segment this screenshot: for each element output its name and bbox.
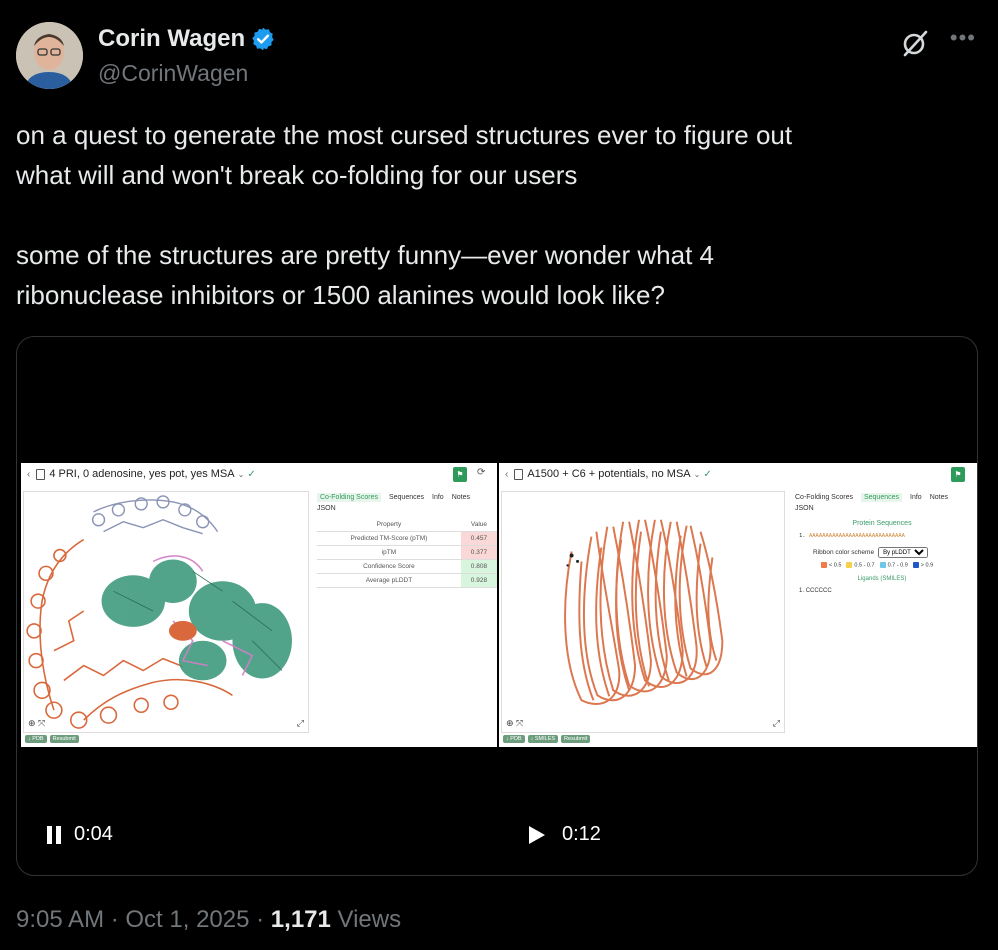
video-player-left-controls: 0:04 xyxy=(47,823,113,846)
structure-viewer: ⊕ ⤧ ⤢ xyxy=(501,491,785,733)
share-icon: ⚑ xyxy=(453,467,467,482)
share-icon: ⚑ xyxy=(951,467,965,482)
row-property: ipTM xyxy=(317,545,461,560)
legend-label: 0.5 - 0.7 xyxy=(854,562,875,569)
check-icon: ✓ xyxy=(247,468,256,480)
protein-sequences-title: Protein Sequences xyxy=(852,520,912,527)
avatar[interactable] xyxy=(16,22,83,89)
back-icon: ‹ xyxy=(27,468,31,480)
job-title: 4 PRI, 0 adenosine, yes pot, yes MSA xyxy=(49,468,235,480)
sequence-text: AAAAAAAAAAAAAAAAAAAAAAAAAAAAA xyxy=(808,533,905,539)
chevron-down-icon: ⌄ xyxy=(693,469,701,479)
viewer-controls-icon[interactable]: ⊕ ⤧ xyxy=(506,718,523,729)
document-icon xyxy=(514,468,524,480)
tab-cofolding-scores[interactable]: Co-Folding Scores xyxy=(317,492,381,502)
views-label: Views xyxy=(330,906,402,933)
author-name[interactable]: Corin Wagen xyxy=(98,25,245,53)
sequence-row: 1. AAAAAAAAAAAAAAAAAAAAAAAAAAAAA xyxy=(791,533,973,539)
viewer-controls-icon[interactable]: ⊕ ⤧ xyxy=(28,718,45,729)
download-pdb-button[interactable]: ↓ PDB xyxy=(25,735,47,743)
resubmit-button[interactable]: Resubmit xyxy=(561,735,591,743)
scores-table: Property Value Predicted TM-Score (pTM) … xyxy=(317,518,497,588)
legend-item: > 0.9 xyxy=(912,562,934,569)
legend-label: 0.7 - 0.9 xyxy=(887,562,908,569)
video-player-right-controls: 0:12 xyxy=(529,823,601,846)
video-frame-left[interactable]: ‹ 4 PRI, 0 adenosine, yes pot, yes MSA ⌄… xyxy=(21,463,497,747)
job-title: A1500 + C6 + potentials, no MSA xyxy=(527,468,691,480)
ligand-text: CCCCCC xyxy=(805,588,832,595)
back-icon: ‹ xyxy=(505,468,509,480)
legend-item: < 0.5 xyxy=(821,562,841,568)
expand-icon[interactable]: ⤢ xyxy=(773,718,780,729)
video-time: 0:12 xyxy=(562,823,601,845)
check-icon: ✓ xyxy=(703,468,712,480)
legend-item: 0.7 - 0.9 xyxy=(879,562,908,569)
tweet-text: on a quest to generate the most cursed s… xyxy=(16,120,793,310)
json-link[interactable]: JSON xyxy=(313,505,493,512)
table-row: Average pLDDT 0.928 xyxy=(317,573,497,588)
table-row: Predicted TM-Score (pTM) 0.457 xyxy=(317,531,497,546)
row-property: Confidence Score xyxy=(317,559,461,574)
tab-notes[interactable]: Notes xyxy=(930,494,948,501)
pause-icon[interactable] xyxy=(47,825,61,844)
tab-notes[interactable]: Notes xyxy=(452,494,470,501)
tab-sequences[interactable]: Sequences xyxy=(860,492,902,502)
refresh-icon: ⟳ xyxy=(477,467,486,478)
tweet-header: Corin Wagen @CorinWagen ••• xyxy=(16,20,982,90)
document-icon xyxy=(36,468,46,480)
resubmit-button[interactable]: Resubmit xyxy=(49,735,79,743)
ligands-title: Ligands (SMILES) xyxy=(857,576,907,583)
sequence-index: 1. xyxy=(799,533,806,539)
table-header-property: Property xyxy=(317,518,461,532)
timestamp[interactable]: 9:05 AM · Oct 1, 2025 · xyxy=(16,906,271,933)
tab-info[interactable]: Info xyxy=(432,494,444,501)
chevron-down-icon: ⌄ xyxy=(237,469,245,479)
video-media[interactable]: ‹ 4 PRI, 0 adenosine, yes pot, yes MSA ⌄… xyxy=(16,336,978,876)
ligand-row: 1. CCCCCC xyxy=(791,588,973,594)
legend-item: 0.5 - 0.7 xyxy=(846,562,875,569)
expand-icon[interactable]: ⤢ xyxy=(297,718,304,729)
row-property: Predicted TM-Score (pTM) xyxy=(317,531,461,546)
tab-cofolding-scores[interactable]: Co-Folding Scores xyxy=(795,494,853,501)
verified-badge-icon xyxy=(252,27,274,51)
ribbon-label: Ribbon color scheme xyxy=(813,549,875,556)
download-pdb-button[interactable]: ↓ PDB xyxy=(503,735,525,743)
more-options-icon[interactable]: ••• xyxy=(950,25,976,51)
tab-info[interactable]: Info xyxy=(910,494,922,501)
legend-label: < 0.5 xyxy=(829,562,842,569)
json-link[interactable]: JSON xyxy=(791,505,973,512)
views-count: 1,171 xyxy=(270,906,331,933)
tweet-meta: 9:05 AM · Oct 1, 2025 · 1,171 Views xyxy=(16,906,401,934)
author-handle[interactable]: @CorinWagen xyxy=(98,60,248,87)
ligand-index: 1. xyxy=(799,588,805,595)
row-value: 0.928 xyxy=(460,573,497,588)
grok-icon[interactable] xyxy=(900,28,930,58)
row-value: 0.377 xyxy=(460,545,497,560)
row-value: 0.808 xyxy=(460,559,497,574)
tab-sequences[interactable]: Sequences xyxy=(389,494,424,501)
download-smiles-button[interactable]: ↓ SMILES xyxy=(527,735,559,743)
table-row: ipTM 0.377 xyxy=(317,545,497,560)
row-property: Average pLDDT xyxy=(317,573,461,588)
row-value: 0.457 xyxy=(460,531,497,546)
plddt-legend: < 0.5 0.5 - 0.7 0.7 - 0.9 > 0.9 xyxy=(791,562,973,568)
table-row: Confidence Score 0.808 xyxy=(317,559,497,574)
video-time: 0:04 xyxy=(74,823,113,845)
legend-label: > 0.9 xyxy=(920,562,934,569)
structure-viewer: ⊕ ⤧ ⤢ xyxy=(23,491,309,733)
ribbon-select[interactable]: By pLDDT xyxy=(878,547,929,558)
table-header-value: Value xyxy=(460,518,497,532)
play-icon[interactable] xyxy=(529,825,545,844)
video-frame-right[interactable]: ‹ A1500 + C6 + potentials, no MSA ⌄ ✓ ⚑ xyxy=(499,463,977,747)
